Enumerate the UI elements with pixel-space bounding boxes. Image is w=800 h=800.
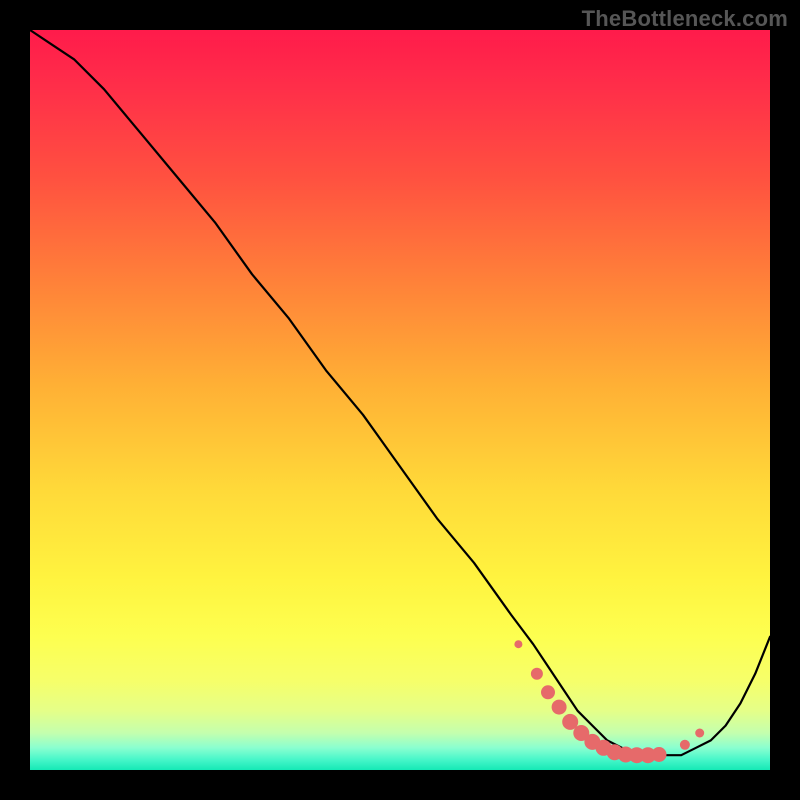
- bottleneck-curve: [30, 30, 770, 755]
- curve-marker: [680, 740, 690, 750]
- attribution-label: TheBottleneck.com: [582, 6, 788, 32]
- chart-svg: [30, 30, 770, 770]
- curve-marker: [695, 729, 704, 738]
- curve-marker: [514, 640, 522, 648]
- curve-marker: [541, 685, 555, 699]
- chart-plot-area: [30, 30, 770, 770]
- curve-marker: [652, 747, 667, 762]
- curve-marker: [552, 700, 567, 715]
- curve-marker: [531, 668, 543, 680]
